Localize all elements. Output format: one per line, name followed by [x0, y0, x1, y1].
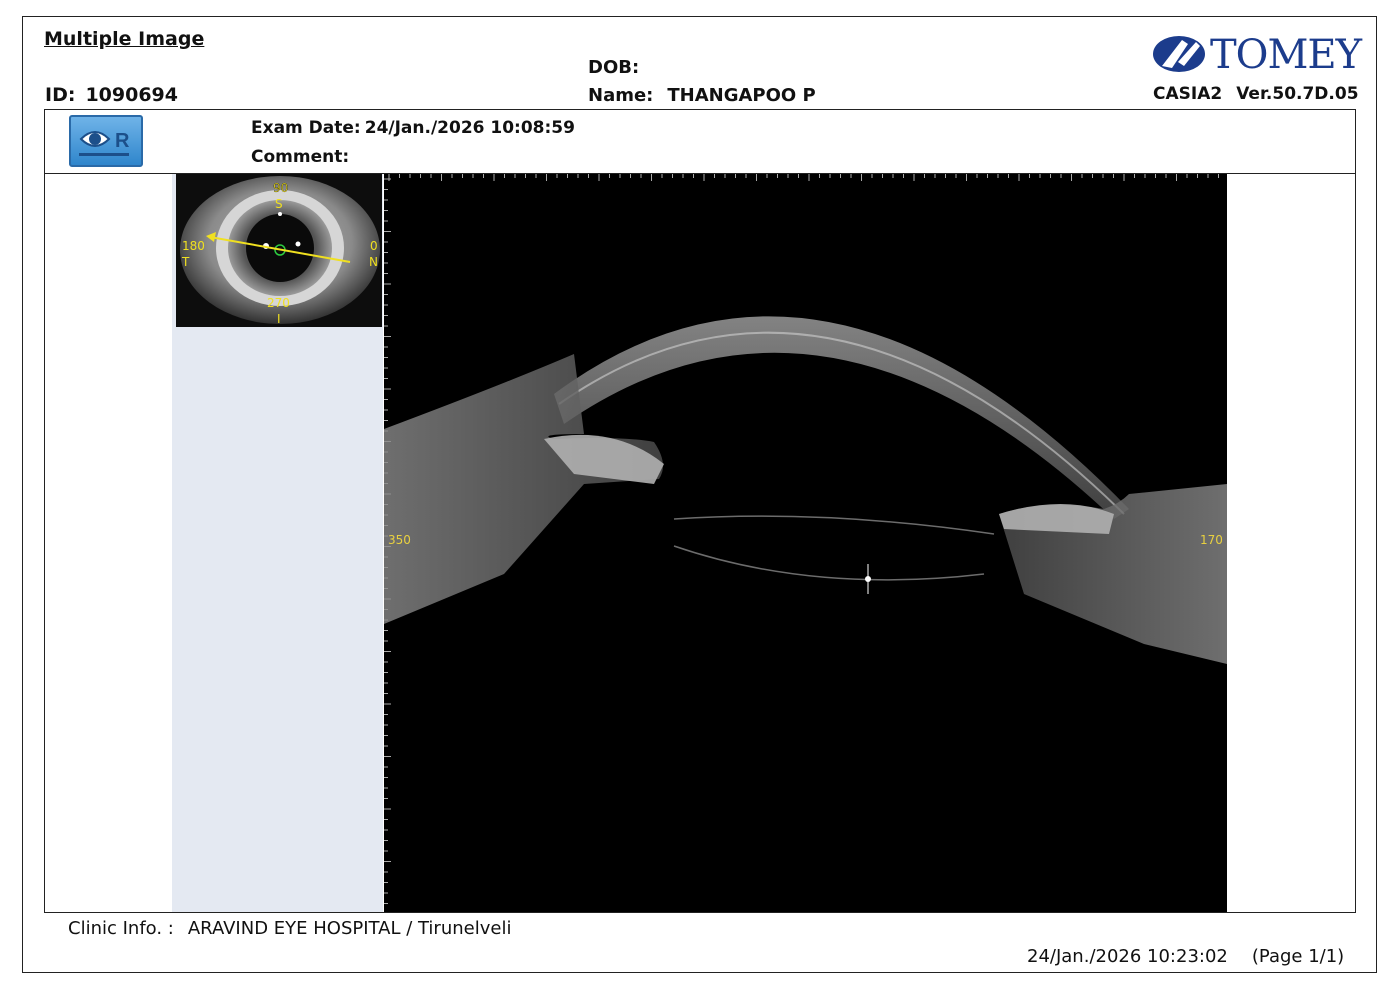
exam-date-label: Exam Date: [251, 118, 361, 138]
brand-name: TOMEY [1210, 32, 1362, 78]
clinic-info: Clinic Info. : ARAVIND EYE HOSPITAL / Tir… [68, 918, 511, 939]
eye-icon: R [79, 130, 130, 156]
dob-label: DOB: [588, 57, 640, 78]
eye-photo: 90 S 180 T 0 N 270 I [176, 174, 382, 327]
comment-label: Comment: [251, 147, 350, 167]
patient-name-value: THANGAPOO P [667, 85, 816, 106]
clinic-info-value: ARAVIND EYE HOSPITAL / Tirunelveli [187, 918, 512, 939]
print-info: 24/Jan./2026 10:23:02 (Page 1/1) [1027, 946, 1344, 967]
thumb-right-angle: 0 [370, 239, 378, 253]
clinic-info-label: Clinic Info. : [68, 918, 174, 939]
thumb-bottom-letter: I [277, 312, 281, 326]
thumb-left-angle: 180 [182, 239, 205, 253]
exam-date: Exam Date: 24/Jan./2026 10:08:59 [251, 118, 575, 138]
page-number: (Page 1/1) [1251, 946, 1345, 967]
patient-id-label: ID: [45, 84, 76, 106]
report-title: Multiple Image [44, 28, 205, 50]
tomey-logo-icon [1153, 36, 1205, 72]
model-name: CASIA2 [1153, 84, 1223, 104]
scan-right-angle: 170 [1200, 533, 1223, 547]
patient-id-value: 1090694 [85, 84, 178, 106]
patient-name: Name: THANGAPOO P [588, 85, 816, 106]
thumb-top-angle: 90 [273, 181, 288, 195]
anterior-eye-thumbnail[interactable]: 90 S 180 T 0 N 270 I [176, 174, 382, 327]
oct-scan-image[interactable]: 350 170 [384, 174, 1227, 912]
thumb-right-letter: N [369, 255, 378, 269]
right-eye-button[interactable]: R [69, 115, 143, 167]
thumb-left-letter: T [181, 255, 190, 269]
oct-cross-section: 350 170 [384, 174, 1227, 912]
exam-date-value: 24/Jan./2026 10:08:59 [364, 118, 575, 138]
patient-name-label: Name: [588, 85, 654, 106]
scan-left-angle: 350 [388, 533, 411, 547]
footer-divider [44, 912, 1356, 913]
thumb-top-letter: S [275, 197, 283, 211]
thumb-bottom-angle: 270 [267, 296, 290, 310]
printed-date: 24/Jan./2026 10:23:02 [1027, 946, 1228, 967]
patient-id: ID: 1090694 [45, 84, 178, 106]
software-version: Ver.50.7D.05 [1236, 84, 1359, 104]
device-model: CASIA2 Ver.50.7D.05 [1153, 84, 1359, 104]
eye-side-label: R [115, 130, 130, 152]
